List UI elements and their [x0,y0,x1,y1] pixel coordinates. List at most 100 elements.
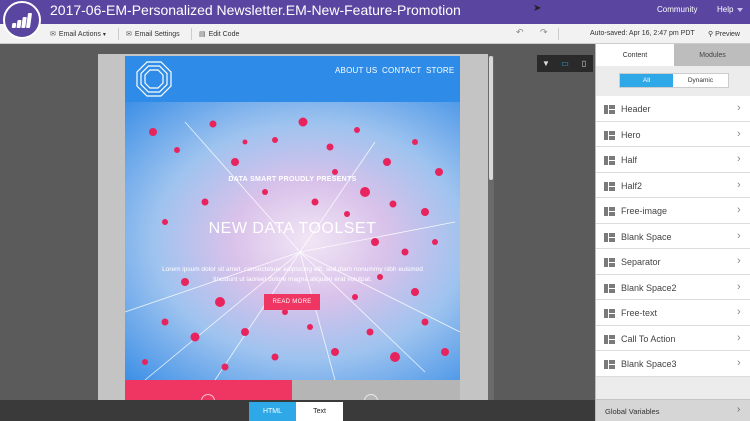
mobile-icon[interactable]: ▯ [575,55,593,72]
desktop-icon[interactable]: ▭ [556,55,574,72]
half-section-right[interactable] [292,380,460,400]
global-variables-label: Global Variables [605,407,660,416]
html-tab[interactable]: HTML [249,402,296,421]
preview-label: Preview [715,31,740,38]
chevron-right-icon: › [737,280,741,293]
module-layout-icon [604,181,615,191]
title-bar: 2017-06-EM-Personalized Newsletter.EM-Ne… [0,0,750,24]
filter-all-button[interactable]: All [620,74,673,87]
panel-tabs: Content Modules [596,44,750,66]
chevron-right-icon: › [737,229,741,242]
module-item-hero[interactable]: Hero › [596,121,750,147]
half-section-left[interactable] [125,380,292,400]
module-layout-icon [604,105,615,114]
module-label: Call To Action [621,333,676,344]
module-layout-icon [604,334,615,344]
module-layout-icon [604,360,615,369]
global-variables-row[interactable]: Global Variables › [596,399,750,421]
module-label: Blank Space [621,231,672,242]
module-item-blank-space[interactable]: Blank Space › [596,223,750,249]
module-layout-icon [604,283,615,293]
module-layout-icon [604,130,615,140]
hero-section[interactable]: DATA SMART PROUDLY PRESENTS NEW DATA TOO… [125,102,460,380]
chevron-right-icon: › [737,404,741,415]
community-link[interactable]: Community [657,5,697,14]
module-item-blank-space2[interactable]: Blank Space2 › [596,274,750,300]
module-item-call-to-action[interactable]: Call To Action › [596,325,750,351]
module-layout-icon [604,258,615,267]
chevron-down-icon: ▾ [102,31,106,38]
autosave-status: Auto-saved: Apr 16, 2:47 pm PDT [590,30,695,37]
collapse-icon[interactable]: ▼ [537,55,555,72]
email-nav-contact[interactable]: CONTACT [382,66,421,75]
help-dropdown-icon[interactable] [737,8,743,12]
email-title: 2017-06-EM-Personalized Newsletter.EM-Ne… [50,2,461,18]
module-label: Free-text [621,308,658,318]
chevron-right-icon: › [737,357,741,369]
text-tab[interactable]: Text [296,402,343,421]
email-editor-app: 2017-06-EM-Personalized Newsletter.EM-Ne… [0,0,750,421]
chevron-right-icon: › [737,153,741,165]
search-icon: ⚲ [708,31,714,38]
redo-icon[interactable]: ↷ [540,27,548,38]
chevron-right-icon: › [737,204,741,216]
module-label: Half [621,155,638,165]
module-label: Blank Space2 [621,282,677,293]
canvas-scrollbar-thumb[interactable] [489,56,493,180]
read-more-button[interactable]: READ MORE [264,294,320,310]
module-label: Separator [621,257,661,267]
email-actions-label: Email Actions [58,30,101,38]
mouse-cursor-icon: ➤ [533,3,542,14]
email-header[interactable]: ABOUT US CONTACT STORE [125,56,460,102]
hero-title: NEW DATA TOOLSET [208,220,377,237]
chevron-right-icon: › [737,127,741,140]
filter-dynamic-button[interactable]: Dynamic [673,74,728,87]
edit-code-button[interactable]: ▤ Edit Code [199,24,239,44]
chevron-right-icon: › [737,102,741,114]
module-item-free-text[interactable]: Free-text › [596,300,750,326]
app-logo-icon[interactable] [3,1,41,39]
email-settings-button[interactable]: ✉ Email Settings [126,24,180,44]
module-label: Header [621,104,651,114]
module-item-header[interactable]: Header › [596,96,750,122]
module-label: Hero [621,129,641,140]
hero-background-image [125,117,460,380]
module-list: Header › Hero › Half › Half2 › Free-imag… [596,96,750,377]
view-mode-bar: HTML Text [0,400,595,421]
module-item-half2[interactable]: Half2 › [596,172,750,198]
email-settings-label: Email Settings [134,30,180,38]
module-item-half[interactable]: Half › [596,147,750,173]
chevron-right-icon: › [737,331,741,344]
editor-toolbar: ✉ Email Actions ▾ ✉ Email Settings ▤ Edi… [0,24,750,44]
module-item-free-image[interactable]: Free-image › [596,198,750,224]
module-layout-icon [604,207,615,216]
module-label: Free-image [621,206,668,216]
chevron-right-icon: › [737,306,741,318]
help-link[interactable]: Help [717,5,733,14]
code-document-icon: ▤ [199,31,206,38]
module-layout-icon [604,309,615,318]
module-item-blank-space3[interactable]: Blank Space3 › [596,351,750,377]
module-label: Blank Space3 [621,359,677,369]
content-panel: Content Modules All Dynamic Header › Her… [595,44,750,421]
device-preview-bar: ▼ ▭ ▯ [537,55,593,72]
chevron-right-icon: › [737,178,741,191]
undo-icon[interactable]: ↶ [516,27,524,38]
module-item-separator[interactable]: Separator › [596,249,750,275]
octagon-logo-icon [136,61,172,97]
tab-content[interactable]: Content [596,44,674,66]
email-preview[interactable]: ABOUT US CONTACT STORE DATA SMART PROUDL… [125,56,460,400]
email-nav-about[interactable]: ABOUT US [335,66,377,75]
hero-kicker: DATA SMART PROUDLY PRESENTS [228,176,357,183]
module-layout-icon [604,232,615,242]
chevron-right-icon: › [737,255,741,267]
envelope-icon: ✉ [50,31,56,38]
envelope-settings-icon: ✉ [126,31,132,38]
module-layout-icon [604,156,615,165]
hero-body-text: Lorem ipsum dolor sit amet, consectetuer… [162,266,423,283]
preview-button[interactable]: ⚲ Preview [708,30,740,38]
email-nav-store[interactable]: STORE [426,66,454,75]
edit-code-label: Edit Code [208,30,240,38]
email-actions-menu[interactable]: ✉ Email Actions ▾ [50,24,106,44]
tab-modules[interactable]: Modules [674,44,750,66]
